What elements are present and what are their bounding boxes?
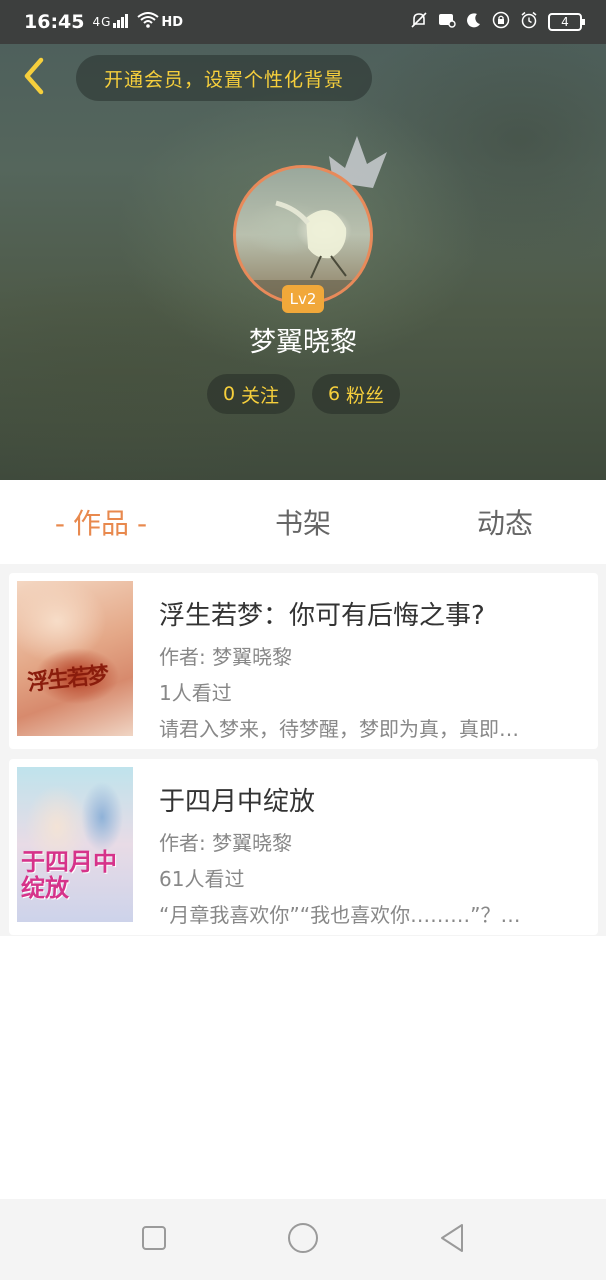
fans-count: 6 <box>327 383 341 405</box>
level-badge: Lv2 <box>282 285 324 313</box>
follow-count-button[interactable]: 0 关注 <box>207 374 295 414</box>
home-button[interactable] <box>283 1220 323 1260</box>
book-cover-title: 浮生若梦 <box>26 662 109 697</box>
heron-image <box>236 200 370 302</box>
back-nav-button[interactable] <box>432 1220 472 1260</box>
active-tab-dash-left: - <box>54 507 65 540</box>
moon-icon <box>466 12 482 32</box>
status-bar: 16:45 4G HD 4 <box>0 0 606 44</box>
system-navigation-bar <box>0 1199 606 1280</box>
active-tab-dash-right: - <box>137 507 148 540</box>
book-cover-title: 于四月中绽放 <box>21 848 117 902</box>
tab-bookshelf-label: 书架 <box>274 507 331 540</box>
tab-bookshelf[interactable]: 书架 <box>202 502 404 542</box>
book-description: “月章我喜欢你”“我也喜欢你………”？… <box>159 903 521 927</box>
book-author: 作者: 梦翼晓黎 <box>159 831 293 855</box>
hd-indicator: HD <box>161 14 184 30</box>
triangle-back-icon <box>438 1222 466 1258</box>
status-icons: 4 <box>410 11 585 33</box>
fans-count-button[interactable]: 6 粉丝 <box>312 374 400 414</box>
tab-activity-label: 动态 <box>476 507 533 540</box>
signal-bars-icon <box>113 11 129 33</box>
book-author: 作者: 梦翼晓黎 <box>159 645 293 669</box>
book-cover: 于四月中绽放 <box>17 767 133 922</box>
chevron-left-icon <box>21 56 47 100</box>
recents-button[interactable] <box>134 1220 174 1260</box>
book-title: 于四月中绽放 <box>159 787 316 817</box>
back-button[interactable] <box>14 56 54 100</box>
app-notification-icon <box>438 12 456 32</box>
battery-icon: 4 <box>548 13 585 31</box>
alarm-clock-icon <box>520 11 538 33</box>
avatar[interactable] <box>233 165 373 305</box>
book-card[interactable]: 浮生若梦 浮生若梦：你可有后悔之事? 作者: 梦翼晓黎 1人看过 请君入梦来，待… <box>9 573 598 749</box>
follow-count: 0 <box>222 383 236 405</box>
wifi-icon <box>137 11 160 33</box>
vip-background-prompt[interactable]: 开通会员，设置个性化背景 <box>76 55 372 101</box>
signal-indicator: 4G <box>92 15 112 29</box>
fans-label: 粉丝 <box>346 384 385 407</box>
book-card[interactable]: 于四月中绽放 于四月中绽放 作者: 梦翼晓黎 61人看过 “月章我喜欢你”“我也… <box>9 759 598 935</box>
book-views: 61人看过 <box>159 867 245 891</box>
lock-rotation-icon <box>492 11 510 33</box>
square-icon <box>141 1225 167 1255</box>
circle-icon <box>286 1221 320 1259</box>
book-list: 浮生若梦 浮生若梦：你可有后悔之事? 作者: 梦翼晓黎 1人看过 请君入梦来，待… <box>0 564 606 936</box>
book-views: 1人看过 <box>159 681 232 705</box>
tab-works-label: 作品 <box>72 507 129 540</box>
tab-works[interactable]: - 作品 - <box>0 502 202 542</box>
tab-activity[interactable]: 动态 <box>404 502 606 542</box>
status-time: 16:45 <box>24 11 85 33</box>
book-title: 浮生若梦：你可有后悔之事? <box>159 601 485 631</box>
book-description: 请君入梦来，待梦醒，梦即为真，真即… <box>159 717 519 741</box>
profile-tabs: - 作品 - 书架 动态 <box>0 480 606 564</box>
follow-label: 关注 <box>241 384 280 407</box>
book-cover: 浮生若梦 <box>17 581 133 736</box>
username: 梦翼晓黎 <box>249 327 357 358</box>
mute-bell-icon <box>410 11 428 33</box>
